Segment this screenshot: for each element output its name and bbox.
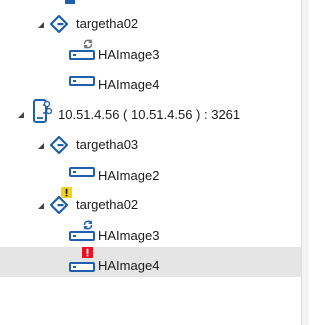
node-label: HAImage3 <box>98 47 160 62</box>
target-diamond-icon <box>49 14 69 34</box>
node-label: targetha02 <box>76 16 139 31</box>
disk-image-icon <box>69 167 95 177</box>
warning-icon <box>61 187 72 198</box>
expanded-triangle-icon[interactable] <box>36 201 46 211</box>
tree-node-haimage3-1[interactable]: HAImage3 <box>0 38 301 68</box>
server-device-icon <box>33 99 53 123</box>
expanded-triangle-icon[interactable] <box>16 110 26 120</box>
node-label: HAImage4 <box>98 258 160 273</box>
vertical-scrollbar[interactable] <box>301 0 309 325</box>
expanded-triangle-icon[interactable] <box>36 141 46 151</box>
disk-image-icon <box>69 262 95 272</box>
disk-image-icon <box>69 76 95 86</box>
disk-image-icon <box>69 50 95 60</box>
target-diamond-icon <box>49 135 69 155</box>
node-label: HAImage3 <box>98 228 160 243</box>
expanded-triangle-icon[interactable] <box>36 20 46 30</box>
tree-node-targetha03[interactable]: targetha03 <box>0 129 301 159</box>
node-label: HAImage2 <box>98 168 160 183</box>
server-tree: targetha02 HAImage3 HAImage4 10.51.4.56 … <box>0 0 301 325</box>
error-icon <box>82 247 93 258</box>
clipped-icon-fragment <box>65 0 75 4</box>
target-diamond-icon <box>49 195 69 215</box>
tree-node-haimage3-2[interactable]: HAImage3 <box>0 219 301 249</box>
node-label: HAImage4 <box>98 77 160 92</box>
tree-node-haimage4-1[interactable]: HAImage4 <box>0 68 301 98</box>
disk-image-icon <box>69 231 95 241</box>
tree-node-haimage4-2[interactable]: HAImage4 <box>0 247 301 277</box>
tree-node-haimage2[interactable]: HAImage2 <box>0 159 301 189</box>
sync-icon <box>83 39 93 49</box>
tree-node-targetha02-1[interactable]: targetha02 <box>0 8 301 38</box>
tree-node-server[interactable]: 10.51.4.56 ( 10.51.4.56 ) : 3261 <box>0 99 301 129</box>
sync-icon <box>83 220 93 230</box>
node-label: 10.51.4.56 ( 10.51.4.56 ) : 3261 <box>58 107 241 122</box>
node-label: targetha03 <box>76 137 139 152</box>
node-label: targetha02 <box>76 197 139 212</box>
tree-node-targetha02-2[interactable]: targetha02 <box>0 187 301 219</box>
